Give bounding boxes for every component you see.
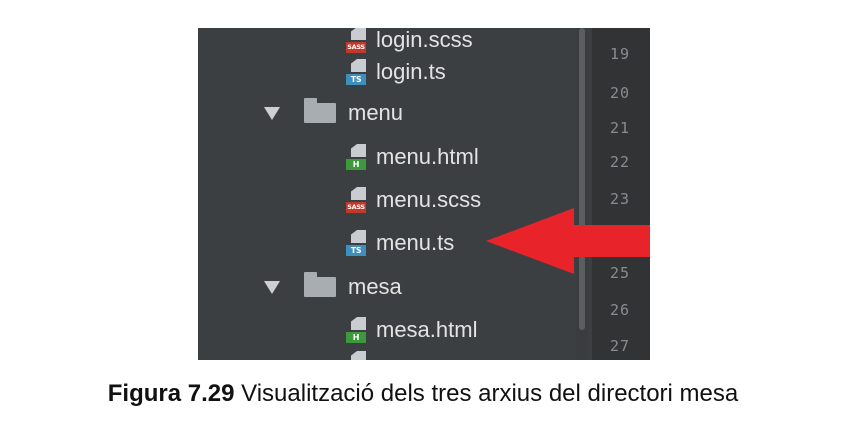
ts-file-icon: TS [346, 230, 368, 256]
tree-file-menu-scss[interactable]: SASS menu.scss [346, 182, 481, 218]
sass-file-icon: SASS [346, 187, 368, 213]
scrollbar-thumb[interactable] [579, 28, 585, 330]
tree-file-login-ts[interactable]: TS login.ts [346, 54, 446, 90]
sass-file-icon: SASS [346, 28, 368, 53]
line-number: 19 [610, 45, 631, 63]
file-label: mesa.html [376, 317, 478, 342]
chevron-down-icon[interactable] [264, 106, 280, 120]
tree-file-menu-ts[interactable]: TS menu.ts [346, 225, 454, 261]
figure-caption: Figura 7.29 Visualització dels tres arxi… [0, 380, 846, 408]
line-number: 21 [610, 119, 631, 137]
figure-caption-text: Visualització dels tres arxius del direc… [234, 380, 739, 407]
file-label: menu.scss [376, 187, 482, 212]
tree-folder-menu[interactable]: menu [264, 95, 403, 131]
line-number: 20 [610, 84, 631, 102]
line-number: 27 [610, 337, 631, 355]
chevron-down-icon[interactable] [264, 280, 280, 294]
line-number: 26 [610, 301, 631, 319]
file-icon [346, 351, 368, 360]
tree-file-partial[interactable] [346, 346, 368, 360]
file-label: menu.html [376, 144, 479, 169]
tree-file-menu-html[interactable]: H menu.html [346, 139, 479, 175]
folder-icon [304, 272, 336, 297]
html-file-icon: H [346, 317, 368, 343]
ts-file-icon: TS [346, 59, 368, 85]
folder-icon [304, 98, 336, 123]
figure-label: Figura 7.29 [107, 380, 235, 407]
file-label: login.ts [376, 59, 446, 84]
red-arrow-icon [486, 208, 650, 274]
file-label: menu.ts [376, 230, 455, 255]
tree-file-mesa-html[interactable]: H mesa.html [346, 312, 477, 348]
ide-screenshot: SASS login.scss TS login.ts menu H menu.… [198, 28, 650, 360]
tree-folder-mesa[interactable]: mesa [264, 269, 402, 305]
line-number: 23 [610, 190, 631, 208]
html-file-icon: H [346, 144, 368, 170]
project-tree: SASS login.scss TS login.ts menu H menu.… [198, 28, 576, 360]
file-label: login.scss [376, 28, 473, 52]
folder-label: menu [348, 100, 404, 125]
folder-label: mesa [348, 274, 402, 299]
line-number: 22 [610, 153, 631, 171]
